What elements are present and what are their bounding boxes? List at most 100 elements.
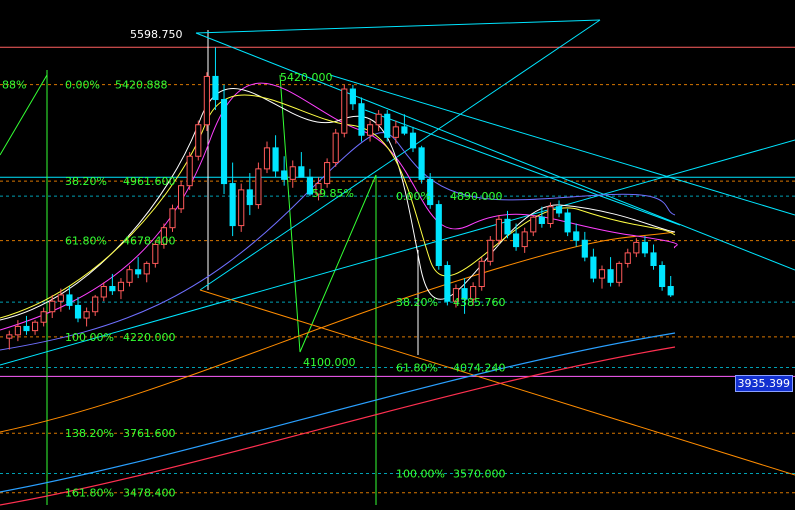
current-price-tag: 3935.399 [734,375,793,392]
fib-left-label: 88% [2,79,26,92]
fib-right-pct: 61.80% [396,362,438,375]
candlestick-chart[interactable]: 88% 0.00% 5420.888 38.20% 4961.600 61.80% 4678… [0,0,795,510]
fan-pct-label: 59.85% [312,187,354,200]
candle-body [607,269,614,283]
fib-left-pct: 161.80% [65,487,114,500]
swing-low-label: 4100.000 [303,356,356,369]
candle-body [641,241,649,254]
candle-body [375,113,382,126]
candle-body [444,265,451,302]
candle-body [220,99,228,185]
trendline-orange [199,289,795,476]
candle-body [530,216,537,233]
candle-body [109,286,116,292]
candle-body [272,147,279,172]
peak-price-label: 5598.750 [130,28,183,41]
candle-body [178,185,185,210]
candle-body [289,166,296,180]
candle-body [624,252,631,264]
candle-body [538,216,545,224]
candle-body [521,231,528,248]
fib-left-price: 3761.600 [123,427,176,440]
candle-body [100,286,107,298]
candle-body [349,88,356,105]
candle-body [31,321,39,332]
candle-body [504,218,511,235]
candle-body [126,269,133,283]
candle-body [573,231,580,241]
candle-body [229,183,236,227]
candle-body [547,206,554,224]
candle-body [659,265,666,288]
candle-body [57,294,64,302]
candle-body [6,334,13,339]
candle-body [66,294,73,306]
candle-body [14,325,21,336]
candle-body [83,311,90,319]
candle-body [169,208,176,229]
candle-body [195,124,202,157]
zigzag-left [0,73,48,320]
candle-body [117,281,125,292]
fib-left-price: 3478.400 [123,487,176,500]
fib-right-price: 3570.000 [453,467,506,480]
candle-body [478,260,485,288]
candle-body [324,162,331,185]
channel-mid [364,109,681,226]
fib-right-price: 4074.240 [453,362,506,375]
fib-left-pct: 138.20% [65,427,114,440]
candle-body [263,147,271,170]
candle-body [255,168,262,206]
candle-body [298,166,305,178]
fan-line [199,19,601,291]
fib-left-price: 4961.600 [123,175,176,188]
candle-body [341,88,348,134]
candle-body [143,262,150,275]
candle-body [418,147,425,180]
fib-right-pct: 100.00% [396,467,445,480]
candle-body [281,170,288,180]
fib-left-pct: 38.20% [65,175,107,188]
fib-left-pct: 0.00% [65,79,100,92]
fib-right-price: 4385.760 [453,296,506,309]
trendline-up [0,139,795,366]
fib-left-pct: 61.80% [65,235,107,248]
fib-left-price: 4220.000 [123,331,176,344]
candle-body [409,132,417,149]
candle-body [581,239,588,258]
fib-left-price: 5420.888 [115,79,168,92]
candle-body [40,311,47,323]
candle-body [590,256,597,279]
candle-body [616,262,623,283]
candle-body [667,286,674,296]
candle-body [186,155,193,187]
candle-body [49,300,56,313]
candle-body [238,189,245,227]
candle-body [495,218,502,241]
fib-right-pct: 38.20% [396,296,438,309]
candle-body [435,204,442,267]
fib-left-pct: 100.00% [65,331,114,344]
candle-body [212,75,219,101]
ma-red [0,346,676,506]
fib-right-price: 4890.000 [450,190,503,203]
candle-body [135,269,142,275]
candle-body [74,304,82,319]
candle-body [246,189,253,206]
candle-body [650,252,657,267]
candle-body [487,239,494,262]
candle-body [366,124,374,136]
candle-body [358,103,365,136]
candle-body [513,233,520,248]
candle-body [633,241,640,254]
candle-body [401,126,408,134]
chart-area[interactable]: 88% 0.00% 5420.888 38.20% 4961.600 61.80% 4678… [0,0,795,510]
candle-body [598,269,606,279]
candle-body [564,212,571,233]
fib-left-price: 4678.400 [123,235,176,248]
swing-high-label: 5420.000 [280,71,333,84]
candle-body [23,325,30,332]
candle-body [92,296,99,313]
candle-body [203,75,210,126]
candle-body [392,126,399,138]
